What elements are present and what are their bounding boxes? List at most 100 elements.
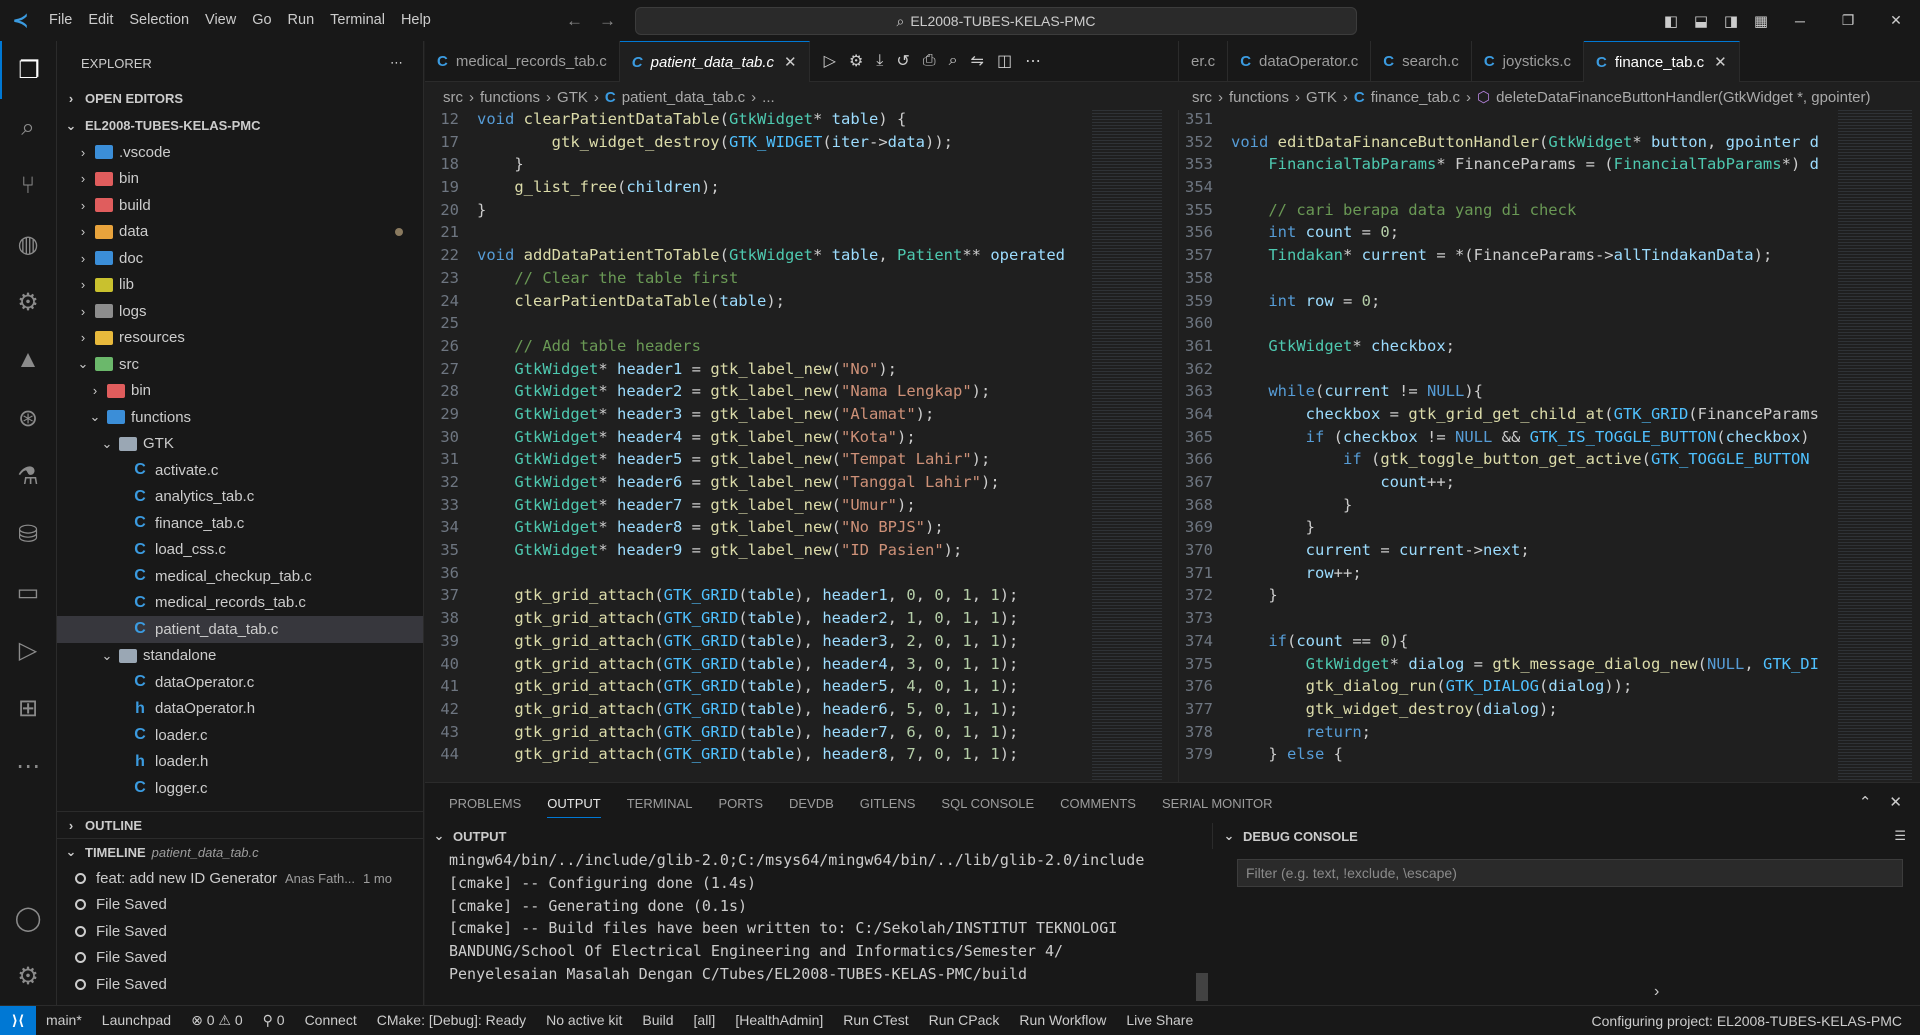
breadcrumb-item[interactable]: finance_tab.c bbox=[1371, 89, 1460, 106]
split-editor-icon[interactable]: ◫ bbox=[997, 51, 1012, 71]
tab-joysticks-c[interactable]: Cjoysticks.c bbox=[1472, 41, 1584, 82]
status-item[interactable]: Run Workflow bbox=[1009, 1012, 1116, 1029]
forward-arrow-icon[interactable]: → bbox=[599, 11, 616, 31]
tree-item[interactable]: › bin bbox=[57, 378, 423, 405]
command-center[interactable]: ⌕ EL2008-TUBES-KELAS-PMC bbox=[635, 7, 1357, 35]
more-icon[interactable]: ⋯ bbox=[0, 737, 56, 795]
tree-item[interactable]: › .vscode bbox=[57, 139, 423, 166]
menu-run[interactable]: Run bbox=[280, 0, 323, 41]
status-item[interactable]: Run CPack bbox=[919, 1012, 1010, 1029]
status-item[interactable]: No active kit bbox=[536, 1012, 632, 1029]
search-view-icon[interactable]: ⌕ bbox=[0, 99, 56, 157]
tab-er-c[interactable]: er.c bbox=[1179, 41, 1229, 82]
manage-gear-icon[interactable]: ⚙ bbox=[0, 947, 56, 1005]
panel-tab-problems[interactable]: PROBLEMS bbox=[449, 796, 521, 811]
tree-item[interactable]: ⌄ functions bbox=[57, 404, 423, 431]
tree-item[interactable]: Cpatient_data_tab.c bbox=[57, 616, 423, 643]
settings-icon[interactable]: ⚙ bbox=[849, 51, 863, 71]
explorer-icon[interactable]: ❐ bbox=[0, 41, 56, 99]
toggle-panel-icon[interactable]: ⬓ bbox=[1686, 12, 1716, 30]
breadcrumb-item[interactable]: patient_data_tab.c bbox=[622, 89, 745, 106]
testing-icon[interactable]: ⚗ bbox=[0, 447, 56, 505]
tree-item[interactable]: Cactivate.c bbox=[57, 457, 423, 484]
explorer-more-icon[interactable]: ⋯ bbox=[390, 55, 403, 71]
extensions-remote-icon[interactable]: ⚙ bbox=[0, 273, 56, 331]
timeline-item[interactable]: File Saved bbox=[57, 971, 423, 998]
database-icon[interactable]: ⛁ bbox=[0, 505, 56, 563]
tree-item[interactable]: Cmedical_records_tab.c bbox=[57, 590, 423, 617]
customize-layout-icon[interactable]: ▦ bbox=[1746, 12, 1776, 30]
close-panel-icon[interactable]: ✕ bbox=[1889, 793, 1902, 811]
breadcrumb-item[interactable]: GTK bbox=[1306, 89, 1337, 106]
output-header[interactable]: ⌄ OUTPUT bbox=[425, 823, 1212, 849]
menu-selection[interactable]: Selection bbox=[121, 0, 197, 41]
minimap-left[interactable] bbox=[1092, 110, 1162, 780]
status-item[interactable]: Build bbox=[632, 1012, 683, 1029]
tree-item[interactable]: › build bbox=[57, 192, 423, 219]
status-item[interactable]: Run CTest bbox=[833, 1012, 918, 1029]
timeline-item[interactable]: File Saved bbox=[57, 945, 423, 972]
open-editors-section[interactable]: › OPEN EDITORS bbox=[57, 85, 423, 112]
comments-icon[interactable]: ▭ bbox=[0, 563, 56, 621]
panel-tab-sql-console[interactable]: SQL CONSOLE bbox=[941, 796, 1034, 811]
status-item[interactable]: Connect bbox=[295, 1012, 367, 1029]
debug-filter-input[interactable]: Filter (e.g. text, !exclude, \escape) bbox=[1237, 859, 1903, 887]
save-icon[interactable]: ⤓ bbox=[876, 52, 883, 70]
panel-tab-gitlens[interactable]: GITLENS bbox=[860, 796, 916, 811]
output-scrollbar[interactable] bbox=[1196, 973, 1208, 1001]
workspace-root[interactable]: ⌄ EL2008-TUBES-KELAS-PMC bbox=[57, 112, 423, 139]
status-configuring[interactable]: Configuring project: EL2008-TUBES-KELAS-… bbox=[1592, 1013, 1920, 1029]
panel-tab-comments[interactable]: COMMENTS bbox=[1060, 796, 1136, 811]
account-icon[interactable]: ◯ bbox=[0, 889, 56, 947]
minimap-right[interactable] bbox=[1838, 110, 1912, 780]
close-tab-icon[interactable]: ✕ bbox=[1714, 53, 1727, 71]
status-item[interactable]: [all] bbox=[684, 1012, 726, 1029]
gitlens-icon[interactable]: ⊛ bbox=[0, 389, 56, 447]
debug-prompt-icon[interactable]: › bbox=[1654, 983, 1659, 1001]
tab-patient-data[interactable]: Cpatient_data_tab.c ✕ bbox=[619, 41, 810, 82]
tree-item[interactable]: Cmedical_checkup_tab.c bbox=[57, 563, 423, 590]
tree-item[interactable]: › lib bbox=[57, 272, 423, 299]
tree-item[interactable]: h loader.h bbox=[57, 749, 423, 776]
menu-help[interactable]: Help bbox=[393, 0, 439, 41]
breadcrumb-item[interactable]: functions bbox=[1229, 89, 1289, 106]
tree-item[interactable]: › bin bbox=[57, 166, 423, 193]
code-editor-right[interactable]: 351 352 void editDataFinanceButtonHandler(… bbox=[1178, 110, 1828, 782]
tree-item[interactable]: CdataOperator.c bbox=[57, 669, 423, 696]
remote-indicator-icon[interactable]: ⟩⟨ bbox=[0, 1005, 36, 1035]
menu-file[interactable]: File bbox=[41, 0, 80, 41]
tree-item[interactable]: Cloader.c bbox=[57, 722, 423, 749]
toggle-sidebar-icon[interactable]: ◧ bbox=[1656, 12, 1686, 30]
tree-item[interactable]: › doc bbox=[57, 245, 423, 272]
preview-icon[interactable]: ⌕ bbox=[949, 52, 958, 70]
tree-item[interactable]: Clogger.c bbox=[57, 775, 423, 802]
tab-search-c[interactable]: Csearch.c bbox=[1371, 41, 1472, 82]
timeline-section[interactable]: ⌄ TIMELINE patient_data_tab.c bbox=[57, 838, 423, 865]
code-editor-left[interactable]: 12 void clearPatientDataTable(GtkWidget* … bbox=[425, 110, 1085, 782]
output-content[interactable]: mingw64/bin/../include/glib-2.0;C:/msys6… bbox=[449, 849, 1199, 986]
more-actions-icon[interactable]: ⋯ bbox=[1025, 51, 1041, 71]
debug-menu-icon[interactable]: ☰ bbox=[1894, 828, 1906, 844]
timeline-item[interactable]: feat: add new ID Generator Anas Fath... 1 … bbox=[57, 865, 423, 892]
breadcrumb-item[interactable]: GTK bbox=[557, 89, 588, 106]
tree-item[interactable]: ⌄ GTK bbox=[57, 431, 423, 458]
tree-item[interactable]: Cfinance_tab.c bbox=[57, 510, 423, 537]
panel-tab-devdb[interactable]: DEVDB bbox=[789, 796, 834, 811]
status-item[interactable]: Live Share bbox=[1116, 1012, 1203, 1029]
close-window-icon[interactable]: ✕ bbox=[1872, 12, 1920, 29]
status-item[interactable]: ⚲ 0 bbox=[253, 1012, 295, 1029]
close-tab-icon[interactable]: ✕ bbox=[784, 53, 797, 71]
menu-terminal[interactable]: Terminal bbox=[322, 0, 393, 41]
tree-item[interactable]: ⌄ src bbox=[57, 351, 423, 378]
remote-explorer-icon[interactable]: ◍ bbox=[0, 215, 56, 273]
tree-item[interactable]: Cload_css.c bbox=[57, 537, 423, 564]
compare-icon[interactable]: ⇋ bbox=[971, 51, 984, 71]
status-item[interactable]: Launchpad bbox=[92, 1012, 181, 1029]
tree-item[interactable]: › logs bbox=[57, 298, 423, 325]
extensions-icon[interactable]: ⊞ bbox=[0, 679, 56, 737]
restore-icon[interactable]: ❐ bbox=[1824, 12, 1872, 29]
status-item[interactable]: main* bbox=[36, 1012, 92, 1029]
tree-item[interactable]: › resources bbox=[57, 325, 423, 352]
maximize-panel-icon[interactable]: ⌃ bbox=[1859, 793, 1872, 811]
back-arrow-icon[interactable]: ← bbox=[566, 11, 583, 31]
